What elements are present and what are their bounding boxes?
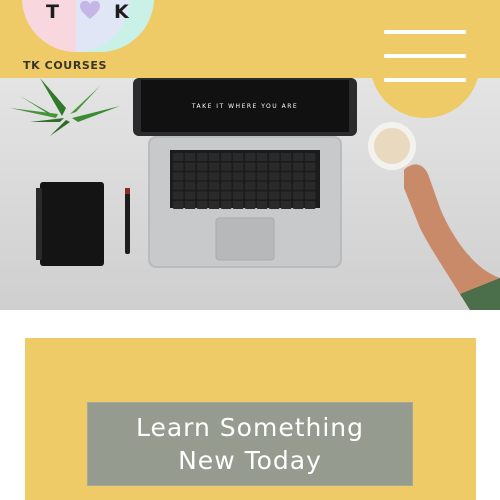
keyboard-key [185,181,196,190]
keyboard-key [257,191,268,200]
keyboard-key [185,162,196,171]
keyboard-key [293,201,304,209]
keyboard-key [305,172,316,181]
coffee-cup-icon [368,122,416,170]
keyboard-key [281,181,292,190]
keyboard-key [185,201,196,209]
keyboard-key [305,201,316,209]
keyboard-key [245,201,256,209]
keyboard-key [209,191,220,200]
keyboard-key [221,172,232,181]
keyboard-key [269,181,280,190]
keyboard-key [209,201,220,209]
keyboard-key [305,181,316,190]
cta-label: Learn Something New Today [135,413,365,475]
cta-panel: Learn Something New Today [25,338,476,500]
keyboard-key [221,153,232,161]
keyboard-key [185,191,196,200]
keyboard-key [233,153,244,161]
keyboard-key [173,181,184,190]
keyboard-key [221,181,232,190]
keyboard-key [173,162,184,171]
menu-line [384,30,466,34]
keyboard-key [269,172,280,181]
keyboard-key [233,181,244,190]
keyboard-key [257,201,268,209]
keyboard-key [197,201,208,209]
keyboard-key [197,153,208,161]
keyboard-key [185,153,196,161]
keyboard-key [209,172,220,181]
screen-text: TAKE IT WHERE YOU ARE [191,103,298,110]
keyboard-key [269,162,280,171]
keyboard-key [173,201,184,209]
keyboard-key [293,172,304,181]
keyboard-key [233,162,244,171]
keyboard-key [257,153,268,161]
keyboard-key [269,201,280,209]
keyboard-key [257,172,268,181]
keyboard-key [281,172,292,181]
keyboard-key [245,172,256,181]
keyboard-key [197,162,208,171]
keyboard-key [305,153,316,161]
keyboard-key [245,153,256,161]
brand-name: TK COURSES [23,59,108,72]
keyboard-key [245,191,256,200]
keyboard-key [293,181,304,190]
pen-icon [125,188,130,254]
keyboard-key [281,191,292,200]
keyboard-key [245,162,256,171]
keyboard-key [293,162,304,171]
keyboard-key [281,153,292,161]
keyboard-key [221,191,232,200]
keyboard-key [293,153,304,161]
learn-something-button[interactable]: Learn Something New Today [87,402,413,486]
keyboard-key [245,181,256,190]
keyboard-key [185,172,196,181]
keyboard-key [269,191,280,200]
keyboard-key [209,153,220,161]
keyboard-key [281,162,292,171]
keyboard-key [305,162,316,171]
keyboard-key [209,181,220,190]
keyboard-key [221,162,232,171]
keyboard-key [305,191,316,200]
logo-letter-t: T [46,1,59,23]
keyboard-key [209,162,220,171]
keyboard-key [281,201,292,209]
keyboard-key [257,181,268,190]
keyboard-key [257,162,268,171]
logo-letter-k: K [114,1,129,23]
keyboard-key [197,172,208,181]
keyboard-key [233,201,244,209]
notebook-icon [36,182,104,266]
keyboard-key [173,153,184,161]
keyboard-key [221,201,232,209]
keyboard-key [197,181,208,190]
keyboard-key [173,172,184,181]
heart-icon [80,1,100,19]
menu-line [384,54,466,58]
keyboard-key [293,191,304,200]
menu-line [384,78,466,82]
keyboard-key [197,191,208,200]
hamburger-menu-icon[interactable] [384,30,466,86]
keyboard-key [233,172,244,181]
keyboard-key [233,191,244,200]
keyboard-key [269,153,280,161]
keyboard-key [173,191,184,200]
